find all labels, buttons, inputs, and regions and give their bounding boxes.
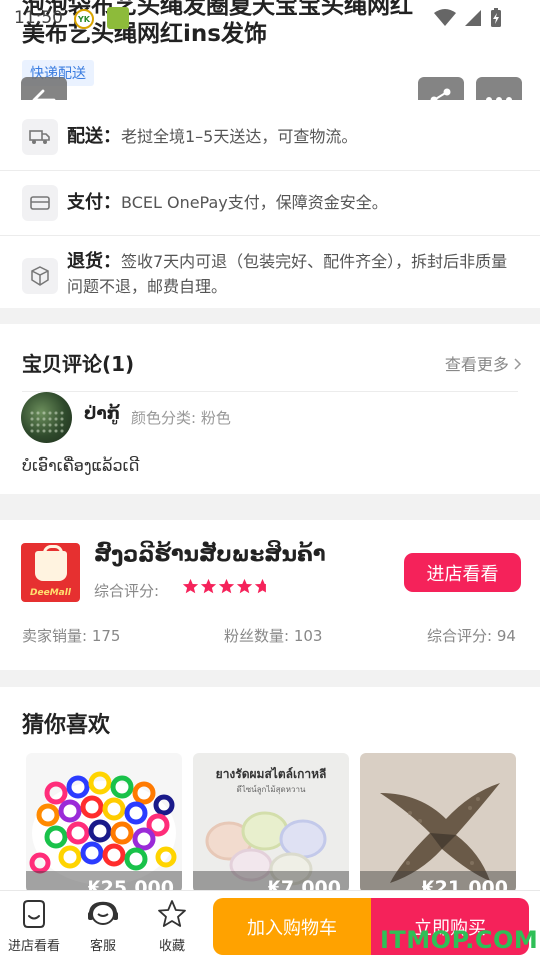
divider [22, 391, 518, 392]
payment-text: BCEL OnePay支付，保障资金安全。 [121, 193, 388, 212]
truck-icon [22, 119, 58, 155]
star-icon [158, 900, 186, 927]
shop-score-stat: 综合评分: 94 [427, 627, 516, 645]
reviewer-name: ປ່າກູ້ [84, 404, 121, 424]
battery-icon [491, 8, 501, 27]
wifi-icon [434, 9, 456, 26]
recommend-item[interactable]: ₭25,000 [26, 753, 182, 893]
shopping-bag-icon [35, 545, 67, 581]
status-time: 11:50 [14, 8, 63, 28]
return-label: 退货： [67, 251, 121, 272]
recommend-title: 猜你喜欢 [22, 713, 111, 738]
tab-favorite[interactable]: 收藏 [142, 899, 202, 954]
shop-section: DeeMall ສົງວລີຮ້ານສັບພະສິນຄ້າ 综合评分: 进店看看… [0, 520, 540, 670]
divider [0, 170, 540, 171]
rating-star-icon [182, 578, 199, 594]
tab-visit-shop-label: 进店看看 [7, 939, 60, 954]
recommend-item[interactable]: ยางรัดผมสไตล์เกาหลี ดีไซน์ลูกไม้สุดหวาน … [193, 753, 349, 893]
review-variant: 颜色分类: 粉色 [131, 409, 231, 427]
recommend-section: 猜你喜欢 ₭25,000 ยางรัดผมสไตล์เกาหลี ดีไซน์ล… [0, 687, 540, 897]
review-text: ບໍເອົາເຄື່ອງແລ້ວເດີ [22, 456, 140, 475]
rating-star-icon [200, 578, 217, 594]
shop-bag-icon [23, 900, 45, 928]
shop-rating-stars [182, 578, 271, 595]
divider [0, 235, 540, 236]
notification-app-icon [107, 7, 129, 29]
chevron-right-icon [514, 358, 522, 370]
package-icon [22, 258, 58, 294]
see-more-link[interactable]: 查看更多 [445, 351, 522, 375]
reviews-section: 宝贝评论(1) 查看更多 ປ່າກູ້ 颜色分类: 粉色 ບໍເອົາເຄື່ອ… [0, 324, 540, 494]
tab-favorite-label: 收藏 [158, 939, 185, 954]
yk-app-icon: YK [74, 9, 94, 29]
payment-label: 支付： [67, 192, 121, 213]
card-icon [22, 185, 58, 221]
recommend-item[interactable]: ₭21,000 [360, 753, 516, 893]
status-icons [434, 8, 502, 28]
headset-icon [88, 901, 118, 925]
visit-shop-button[interactable]: 进店看看 [404, 553, 521, 592]
tab-customer-service[interactable]: 客服 [73, 899, 133, 954]
delivery-label: 配送： [67, 126, 121, 147]
tab-customer-service-label: 客服 [89, 939, 116, 954]
shop-sales-stat: 卖家销量: 175 [22, 627, 121, 645]
add-to-cart-button[interactable]: 加入购物车 [213, 898, 371, 955]
shop-rating-label: 综合评分: [94, 582, 160, 600]
delivery-text: 老挝全境1–5天送达，可查物流。 [121, 127, 358, 146]
see-more-label: 查看更多 [444, 355, 509, 374]
return-text: 签收7天内可退（包装完好、配件齐全），拆封后非质量问题不退，邮费自理。 [67, 252, 508, 296]
shop-logo-text: DeeMall [30, 588, 71, 598]
reviews-title: 宝贝评论(1) [22, 352, 135, 376]
watermark-text: ITMOP.COM [380, 926, 539, 954]
shop-name: ສົງວລີຮ້ານສັບພະສິນຄ້າ [94, 542, 326, 566]
shop-logo[interactable]: DeeMall [21, 543, 80, 602]
tab-visit-shop[interactable]: 进店看看 [4, 899, 64, 954]
reviewer-avatar [21, 392, 72, 443]
rating-star-icon [254, 578, 266, 594]
rating-star-icon [236, 578, 253, 594]
shop-fans-stat: 粉丝数量: 103 [224, 627, 323, 645]
signal-icon [465, 10, 481, 26]
rating-star-icon [218, 578, 235, 594]
service-info-card: 配送：老挝全境1–5天送达，可查物流。 支付：BCEL OnePay支付，保障资… [0, 100, 540, 308]
